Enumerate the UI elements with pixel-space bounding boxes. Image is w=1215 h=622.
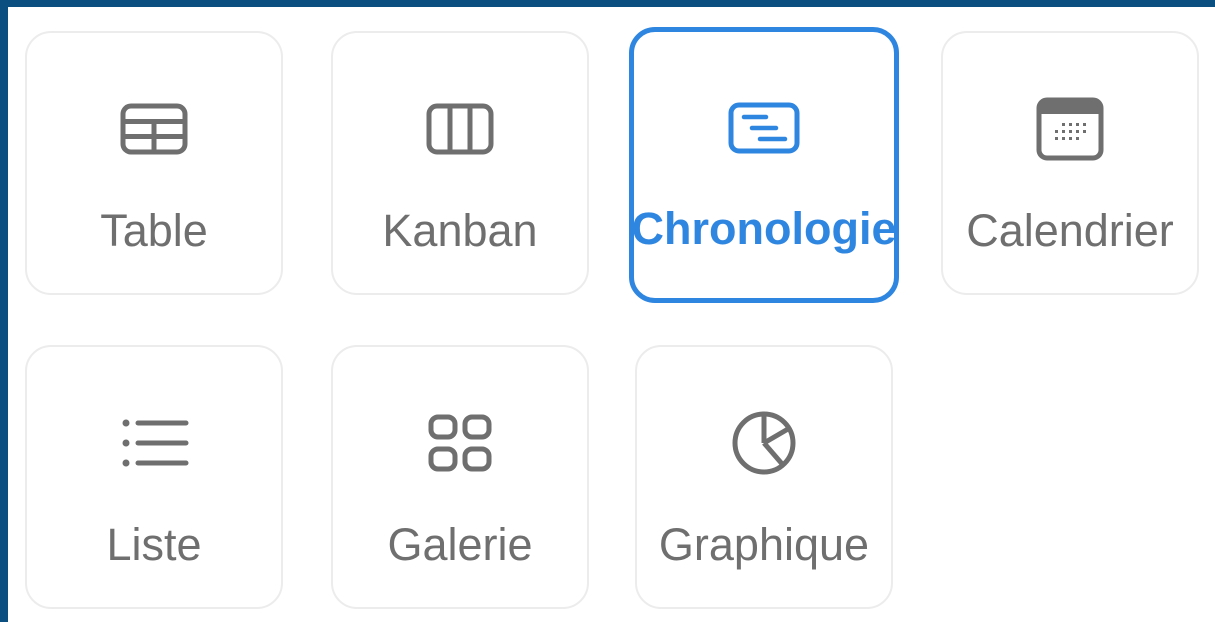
view-option-graphique[interactable]: Graphique: [635, 345, 893, 609]
view-option-label: Chronologie: [631, 203, 897, 254]
view-option-calendrier[interactable]: Calendrier: [941, 31, 1199, 295]
view-option-label: Liste: [106, 519, 202, 570]
table-icon: [116, 97, 192, 161]
view-option-label: Graphique: [658, 519, 870, 570]
view-option-label: Calendrier: [966, 205, 1174, 256]
view-option-kanban[interactable]: Kanban: [331, 31, 589, 295]
chart-icon: [726, 411, 802, 475]
calendar-icon: [1032, 97, 1108, 161]
view-option-chronologie[interactable]: Chronologie: [629, 27, 899, 303]
view-option-label: Kanban: [382, 205, 538, 256]
view-type-picker: Table Kanban Chronologie Calendrier List…: [0, 0, 1215, 622]
kanban-icon: [422, 97, 498, 161]
list-icon: [116, 411, 192, 475]
gallery-icon: [422, 411, 498, 475]
timeline-icon: [726, 96, 802, 160]
view-option-galerie[interactable]: Galerie: [331, 345, 589, 609]
view-option-label: Table: [100, 205, 208, 256]
view-option-liste[interactable]: Liste: [25, 345, 283, 609]
view-option-table[interactable]: Table: [25, 31, 283, 295]
view-option-label: Galerie: [387, 519, 533, 570]
